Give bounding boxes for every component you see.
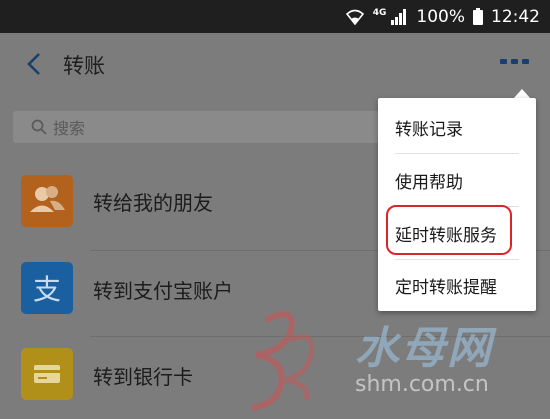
signal-icon (390, 8, 408, 25)
list-item-label: 转到支付宝账户 (93, 279, 233, 303)
menu-item-help[interactable]: 使用帮助 (378, 154, 536, 207)
status-bar: 4G 100% 12:42 (0, 0, 550, 33)
chevron-left-icon (27, 53, 40, 75)
wifi-icon (345, 9, 365, 25)
highlight-annotation (386, 205, 512, 255)
page-title: 转账 (63, 54, 105, 78)
back-button[interactable] (22, 51, 48, 77)
bank-card-icon (21, 348, 73, 400)
search-icon (31, 119, 47, 135)
nav-bar: 转账 (0, 33, 550, 95)
search-input[interactable]: 搜索 (13, 111, 393, 143)
list-item-label: 转到银行卡 (93, 365, 193, 389)
battery-icon (473, 8, 483, 25)
svg-text:支: 支 (33, 273, 61, 306)
clock: 12:42 (491, 6, 540, 27)
menu-item-transfer-records[interactable]: 转账记录 (378, 101, 536, 154)
list-item-label: 转给我的朋友 (93, 191, 213, 215)
alipay-icon: 支 (21, 262, 73, 314)
more-dots-icon[interactable] (500, 59, 530, 69)
battery-percent: 100% (416, 6, 465, 27)
network-type: 4G (372, 7, 387, 18)
search-placeholder: 搜索 (53, 119, 86, 138)
watermark-brand: 水母网 (355, 323, 493, 374)
watermark-url: shm.com.cn (355, 372, 489, 397)
friends-icon (21, 175, 73, 227)
